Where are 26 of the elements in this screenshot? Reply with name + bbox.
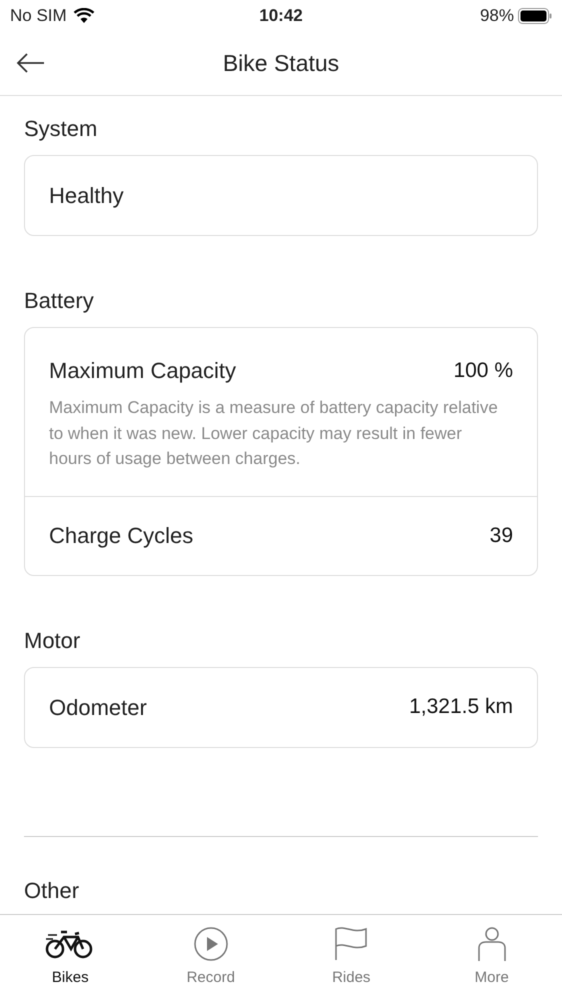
section-title: Motor bbox=[24, 628, 82, 654]
tab-button[interactable]: Rides bbox=[281, 915, 422, 1000]
row-label: Charge Cycles bbox=[49, 522, 194, 550]
flag-icon bbox=[333, 926, 370, 962]
clock-text: 10:42 bbox=[259, 5, 303, 28]
section-title: Other bbox=[24, 878, 80, 904]
row-label: Healthy bbox=[49, 182, 124, 210]
row-value: 1,321.5 km bbox=[409, 694, 513, 720]
row-value: 100 % bbox=[453, 358, 513, 384]
battery-icon bbox=[518, 8, 552, 24]
section-title: Battery bbox=[24, 288, 95, 314]
person-icon bbox=[476, 926, 507, 962]
row-value: 39 bbox=[490, 522, 513, 549]
tab-button[interactable]: More bbox=[422, 915, 562, 1000]
play-icon bbox=[192, 926, 229, 962]
tab-button[interactable]: Bikes bbox=[0, 915, 140, 1000]
section-title: System bbox=[24, 116, 98, 142]
back-arrow-icon bbox=[16, 52, 46, 74]
carrier-text: No SIM bbox=[10, 5, 67, 28]
row-label: Odometer bbox=[49, 694, 147, 722]
page-title: Bike Status bbox=[222, 49, 340, 78]
battery-percent: 98% bbox=[480, 5, 514, 28]
tab-button[interactable]: Record bbox=[140, 915, 281, 1000]
row-label: Maximum Capacity bbox=[49, 357, 236, 385]
wifi-icon bbox=[72, 8, 95, 24]
row-description: Maximum Capacity is a measure of battery capacity relative to when it was new. Lower capacity may result in fewer hours of usage between charges. bbox=[49, 397, 499, 470]
